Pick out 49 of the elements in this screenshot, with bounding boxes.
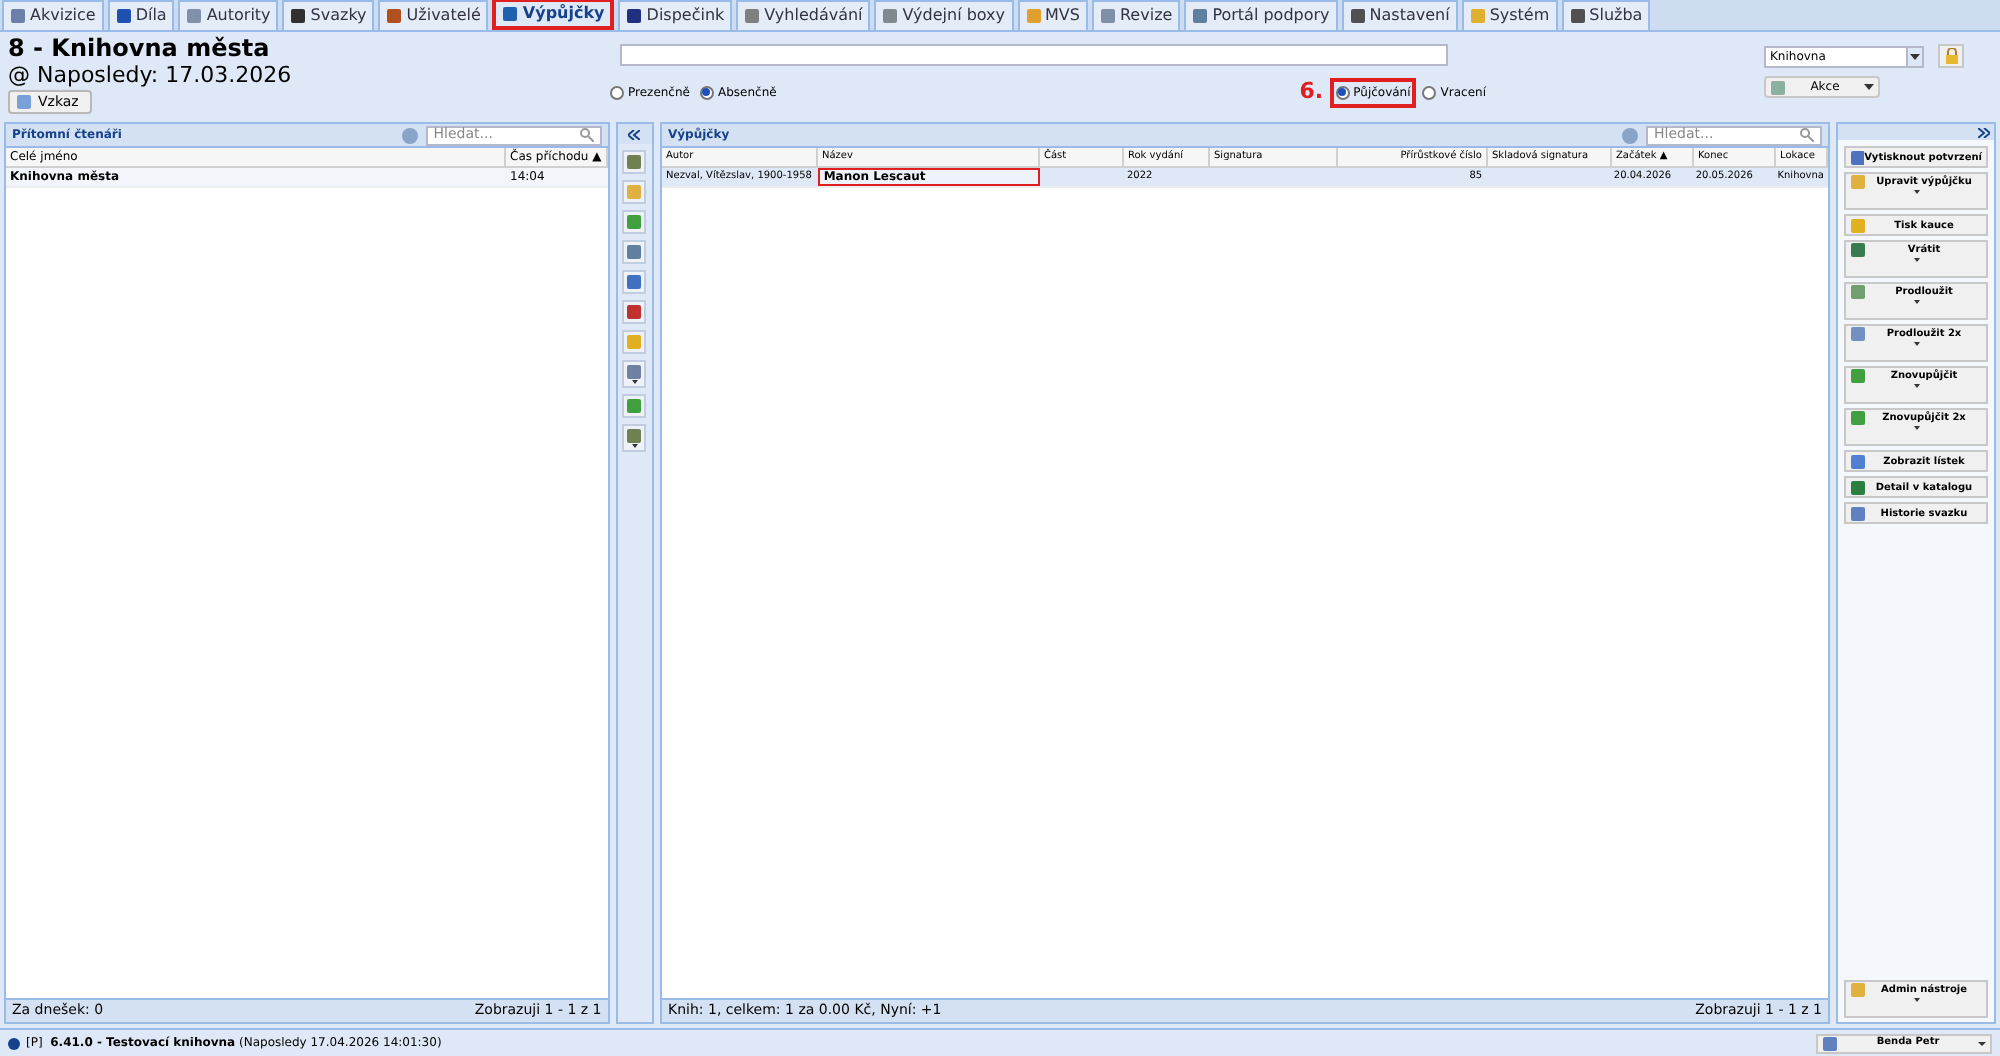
- dropdown-arrow-icon: [631, 380, 638, 384]
- dropdown-arrow-icon: [1906, 47, 1922, 65]
- dropdown-arrow-icon: [1978, 1041, 1986, 1045]
- info-icon: [1622, 127, 1638, 143]
- lock-button[interactable]: [1938, 44, 1964, 68]
- collapse-button[interactable]: [617, 124, 652, 144]
- double-chevron-icon[interactable]: [1978, 127, 1990, 137]
- tab[interactable]: Výdejní boxy: [874, 0, 1014, 30]
- toolbar-button[interactable]: [622, 300, 647, 324]
- toolbar-button[interactable]: [622, 394, 647, 418]
- tab[interactable]: Portál podpory: [1184, 0, 1338, 30]
- search-field[interactable]: [620, 44, 1448, 66]
- annotation-number: 6.: [1299, 76, 1324, 108]
- dropdown-arrow-icon: [631, 444, 638, 448]
- info-icon: [8, 1037, 20, 1049]
- dropdown-arrow-icon: [1913, 998, 1919, 1002]
- dropdown-arrow-icon: [1913, 426, 1919, 430]
- tab[interactable]: Uživatelé: [378, 0, 489, 30]
- dropdown-arrow-icon: [1913, 342, 1919, 346]
- tab[interactable]: Autority: [178, 0, 279, 30]
- lock-icon: [1943, 48, 1959, 64]
- page-title: 8 - Knihovna města: [8, 36, 272, 62]
- search-icon: [1800, 128, 1814, 142]
- dropdown-arrow-icon: [1913, 384, 1919, 388]
- tab[interactable]: Dispečink: [618, 0, 733, 30]
- toolbar-button[interactable]: [622, 210, 647, 234]
- dropdown-arrow-icon: [1913, 190, 1919, 194]
- info-icon: [401, 127, 418, 143]
- tab[interactable]: Nastavení: [1341, 0, 1458, 30]
- tab[interactable]: Vyhledávání: [736, 0, 871, 30]
- last-visit-text: @ Naposledy: 17.03.2026: [8, 62, 294, 88]
- tab[interactable]: Akvizice: [2, 0, 104, 30]
- tab[interactable]: Díla: [107, 0, 175, 30]
- tab[interactable]: Systém: [1461, 0, 1558, 30]
- toolbar-button[interactable]: [622, 360, 647, 388]
- search-icon: [579, 128, 594, 142]
- dropdown-arrow-icon: [1913, 258, 1919, 262]
- tab[interactable]: Svazky: [282, 0, 375, 30]
- tab[interactable]: Revize: [1091, 0, 1181, 30]
- tab[interactable]: Výpůjčky: [492, 0, 615, 30]
- dropdown-arrow-icon: [1913, 300, 1919, 304]
- tab[interactable]: MVS: [1017, 0, 1088, 30]
- toolbar-button[interactable]: [622, 150, 647, 174]
- toolbar-button[interactable]: [622, 424, 647, 452]
- toolbar-button[interactable]: [622, 270, 647, 294]
- double-chevron-icon: [628, 129, 641, 139]
- tab[interactable]: Služba: [1561, 0, 1651, 30]
- toolbar-button[interactable]: [622, 240, 647, 264]
- dropdown-arrow-icon: [1864, 84, 1874, 90]
